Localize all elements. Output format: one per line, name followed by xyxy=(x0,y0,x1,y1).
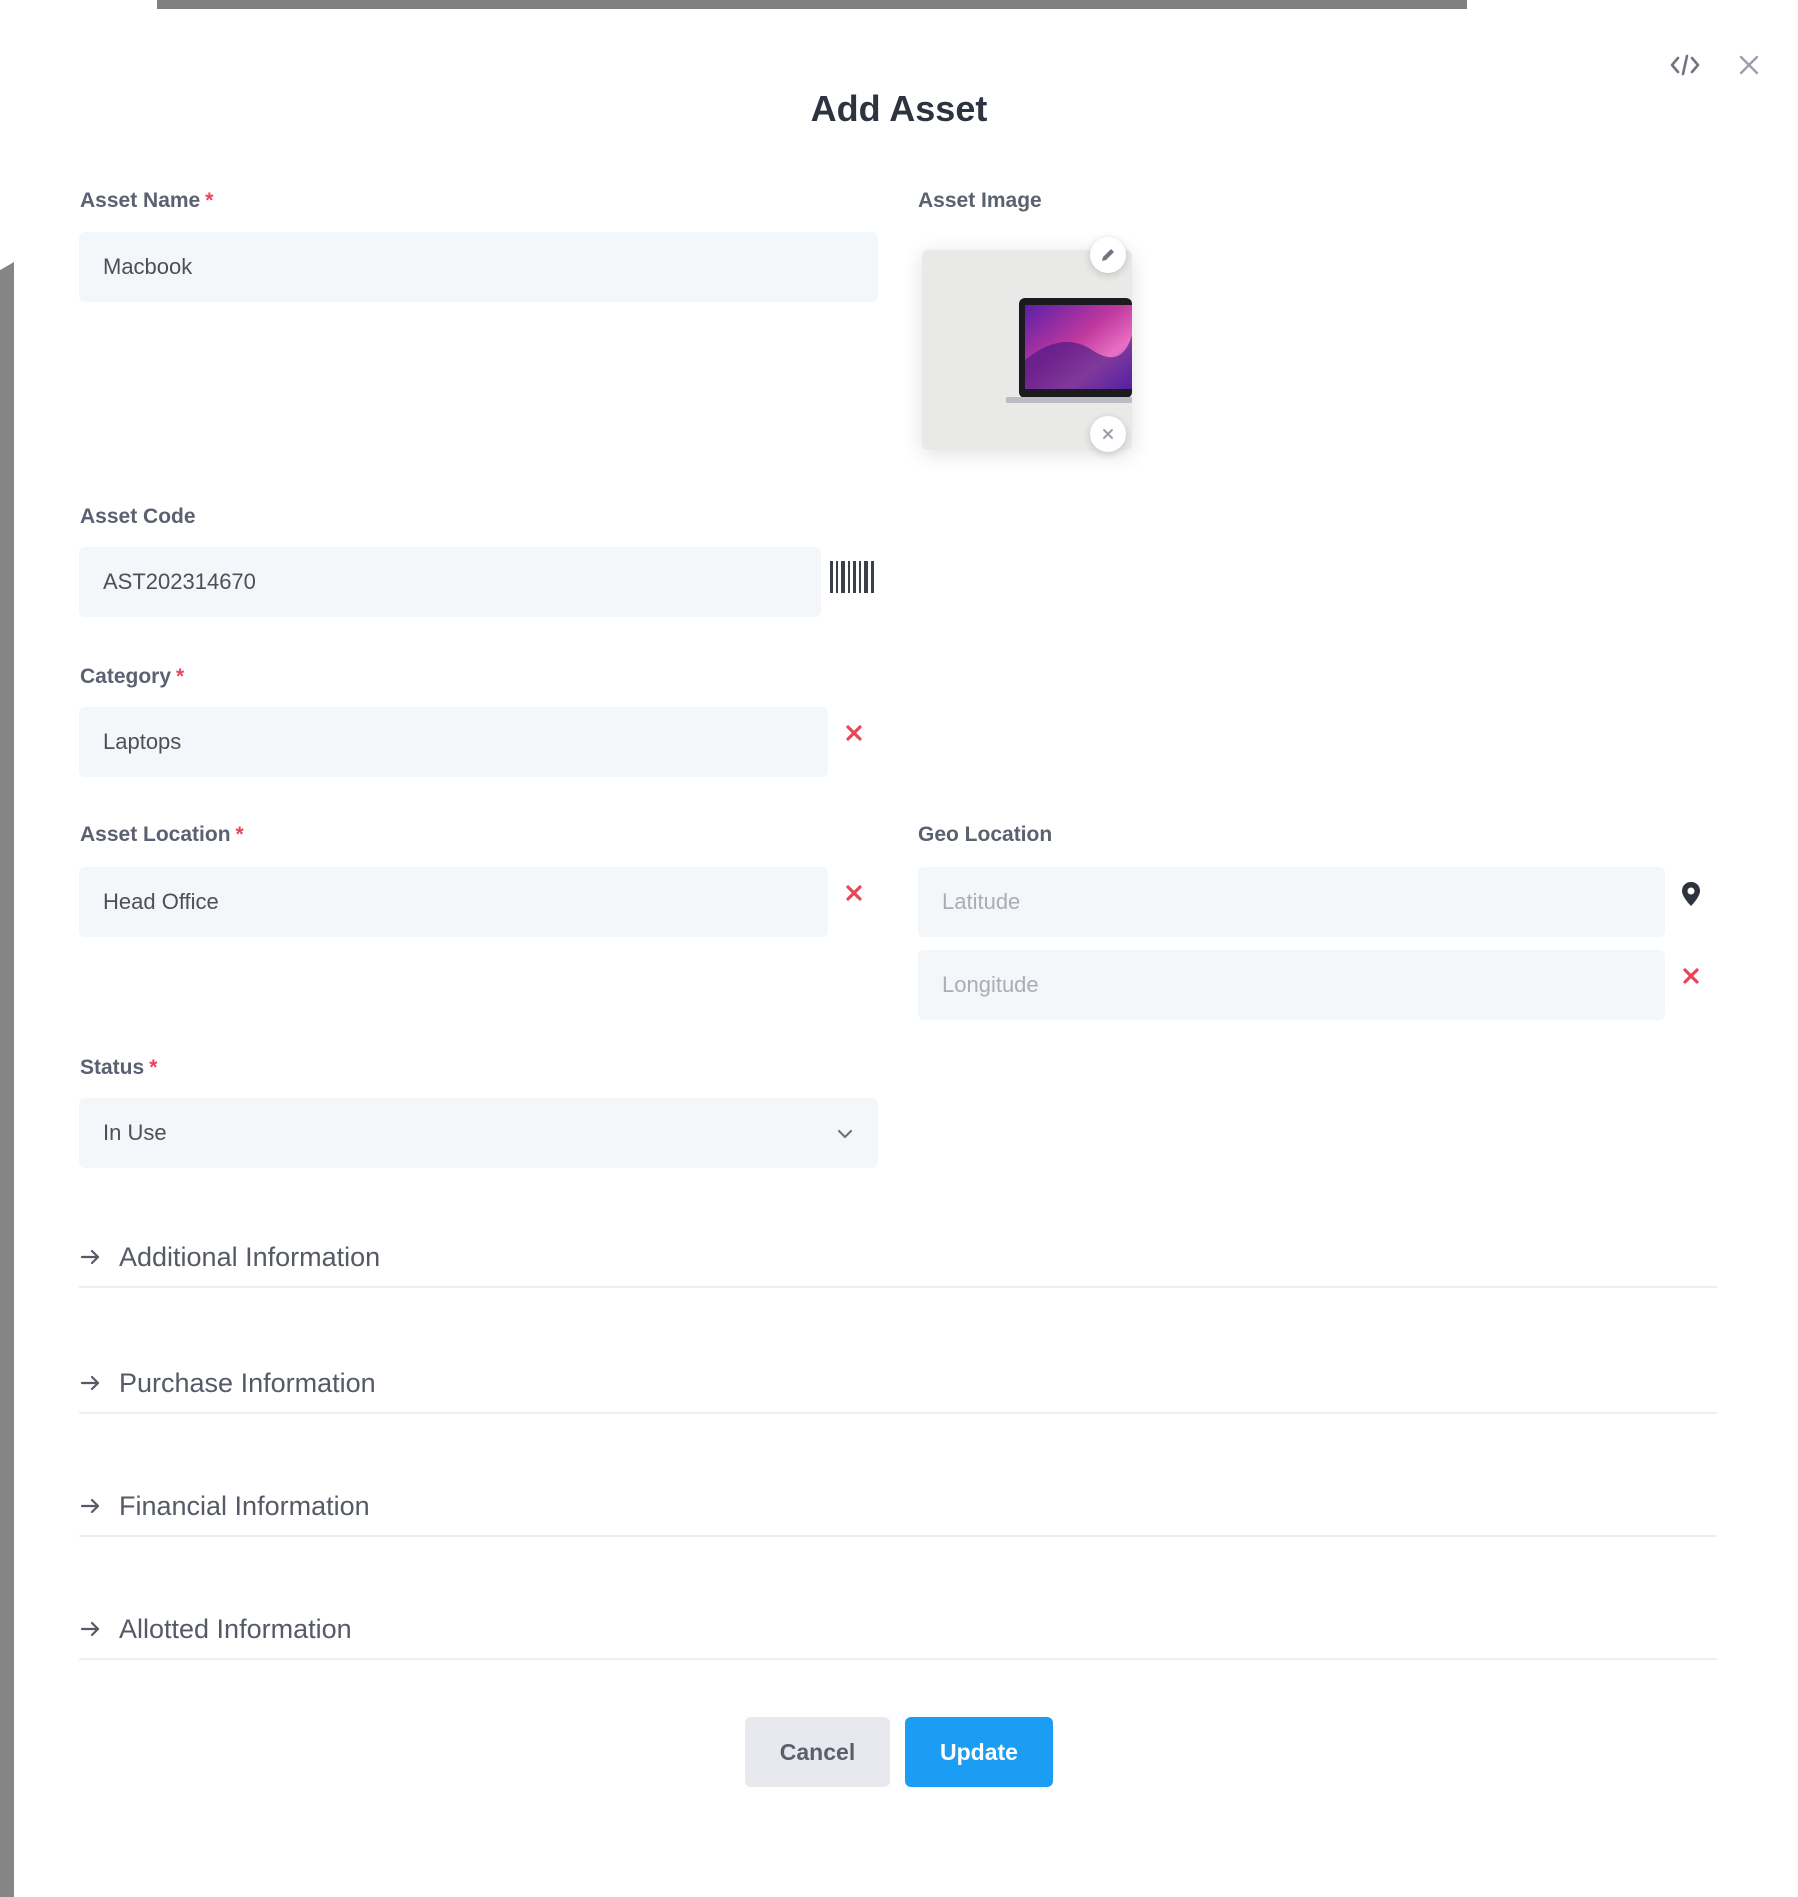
modal-header-actions xyxy=(1668,48,1766,82)
category-value: Laptops xyxy=(103,729,182,754)
clear-location-icon[interactable] xyxy=(843,882,865,904)
asset-name-input[interactable]: Macbook xyxy=(79,232,878,302)
asset-image-label: Asset Image xyxy=(918,189,1042,213)
section-financial-information[interactable]: Financial Information xyxy=(79,1477,1717,1537)
asset-code-value: AST202314670 xyxy=(103,569,256,594)
longitude-input[interactable]: Longitude xyxy=(918,950,1665,1020)
asset-code-label-text: Asset Code xyxy=(80,505,196,528)
cancel-button[interactable]: Cancel xyxy=(745,1717,890,1787)
asset-code-input[interactable]: AST202314670 xyxy=(79,547,821,617)
update-button[interactable]: Update xyxy=(905,1717,1053,1787)
required-mark: * xyxy=(149,1056,158,1079)
asset-location-input[interactable]: Head Office xyxy=(79,867,828,937)
latitude-placeholder: Latitude xyxy=(942,889,1021,914)
section-label: Financial Information xyxy=(119,1490,370,1521)
close-icon[interactable] xyxy=(1732,48,1766,82)
status-value: In Use xyxy=(103,1120,167,1145)
latitude-input[interactable]: Latitude xyxy=(918,867,1665,937)
section-additional-information[interactable]: Additional Information xyxy=(79,1228,1717,1288)
background-window-edge-left xyxy=(0,270,14,1897)
chevron-down-icon xyxy=(836,1120,854,1146)
section-label: Allotted Information xyxy=(119,1613,352,1644)
status-label: Status * xyxy=(80,1056,157,1080)
code-icon[interactable] xyxy=(1668,48,1702,82)
section-label: Additional Information xyxy=(119,1241,381,1272)
arrow-right-icon xyxy=(79,1617,103,1641)
geo-location-label-text: Geo Location xyxy=(918,823,1053,846)
arrow-right-icon xyxy=(79,1371,103,1395)
section-purchase-information[interactable]: Purchase Information xyxy=(79,1354,1717,1414)
arrow-right-icon xyxy=(79,1245,103,1269)
remove-image-icon[interactable] xyxy=(1090,416,1126,452)
asset-name-label-text: Asset Name xyxy=(80,189,201,212)
arrow-right-icon xyxy=(79,1494,103,1518)
section-allotted-information[interactable]: Allotted Information xyxy=(79,1600,1717,1660)
geo-location-label: Geo Location xyxy=(918,823,1052,847)
status-label-text: Status xyxy=(80,1056,145,1079)
asset-location-value: Head Office xyxy=(103,889,219,914)
category-input[interactable]: Laptops xyxy=(79,707,828,777)
required-mark: * xyxy=(235,823,244,846)
asset-code-label: Asset Code xyxy=(80,505,196,529)
category-label: Category * xyxy=(80,665,184,689)
section-label: Purchase Information xyxy=(119,1367,376,1398)
modal-title: Add Asset xyxy=(810,88,988,129)
clear-category-icon[interactable] xyxy=(843,722,865,744)
required-mark: * xyxy=(176,665,185,688)
background-window-edge-top xyxy=(157,0,1467,9)
category-label-text: Category xyxy=(80,665,172,688)
longitude-placeholder: Longitude xyxy=(942,972,1039,997)
edit-icon[interactable] xyxy=(1090,237,1126,273)
required-mark: * xyxy=(205,189,214,212)
status-select[interactable]: In Use xyxy=(79,1098,878,1168)
asset-location-label-text: Asset Location xyxy=(80,823,231,846)
asset-name-value: Macbook xyxy=(103,254,193,279)
asset-location-label: Asset Location * xyxy=(80,823,244,847)
location-pin-icon[interactable] xyxy=(1680,881,1702,912)
asset-image-label-text: Asset Image xyxy=(918,189,1042,212)
clear-geo-icon[interactable] xyxy=(1680,965,1702,987)
asset-name-label: Asset Name * xyxy=(80,189,213,213)
barcode-icon[interactable] xyxy=(830,561,874,598)
